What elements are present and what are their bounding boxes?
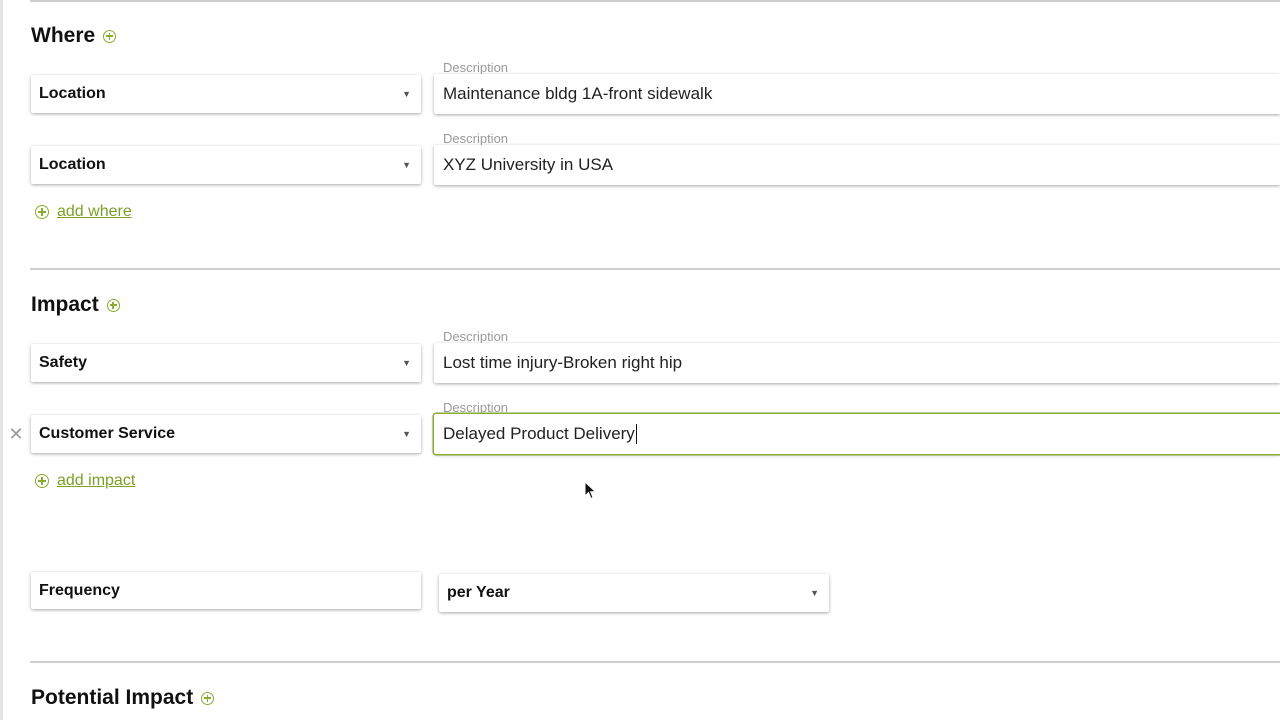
impact-type-select-1[interactable]: Safety ▼: [31, 344, 421, 382]
mouse-cursor-icon: [584, 481, 597, 500]
frequency-input[interactable]: Frequency: [31, 572, 421, 609]
caret-down-icon: ▼: [402, 429, 411, 439]
plus-circle-icon: [35, 205, 49, 219]
plus-circle-icon: [35, 474, 49, 488]
potential-impact-title-text: Potential Impact: [31, 686, 194, 709]
impact-description-value: Delayed Product Delivery: [443, 424, 635, 443]
close-icon[interactable]: ✕: [8, 425, 24, 443]
add-impact-icon[interactable]: [106, 298, 120, 312]
section-divider: [30, 661, 1280, 663]
add-impact-label: add impact: [57, 472, 136, 489]
caret-down-icon: ▼: [402, 160, 411, 170]
impact-title-text: Impact: [31, 293, 99, 316]
where-description-value: Maintenance bldg 1A-front sidewalk: [443, 84, 713, 103]
add-where-label: add where: [57, 203, 132, 220]
impact-type-value: Safety: [39, 354, 88, 371]
impact-section-title: Impact: [31, 293, 120, 317]
add-where-link[interactable]: add where: [35, 203, 132, 221]
frequency-label: Frequency: [39, 581, 120, 599]
where-type-value: Location: [39, 156, 106, 173]
frequency-period-value: per Year: [447, 584, 510, 601]
potential-impact-section-title: Potential Impact: [31, 686, 215, 710]
impact-description-value: Lost time injury-Broken right hip: [443, 353, 683, 372]
description-label: Description: [443, 400, 509, 415]
impact-type-value: Customer Service: [39, 425, 176, 442]
impact-description-input-2[interactable]: Delayed Product Delivery: [434, 414, 1280, 454]
where-type-value: Location: [39, 85, 106, 102]
impact-description-input-1[interactable]: Lost time injury-Broken right hip: [434, 343, 1280, 383]
top-divider: [30, 0, 1280, 2]
add-potential-impact-icon[interactable]: [201, 691, 215, 705]
where-description-input-1[interactable]: Maintenance bldg 1A-front sidewalk: [434, 74, 1280, 114]
text-caret: [635, 424, 637, 444]
caret-down-icon: ▼: [810, 588, 819, 598]
add-where-icon[interactable]: [103, 29, 117, 43]
where-description-input-2[interactable]: XYZ University in USA: [434, 145, 1280, 185]
where-title-text: Where: [31, 24, 96, 47]
where-description-value: XYZ University in USA: [443, 155, 614, 174]
caret-down-icon: ▼: [402, 358, 411, 368]
add-impact-link[interactable]: add impact: [35, 472, 135, 490]
where-type-select-2[interactable]: Location ▼: [31, 146, 421, 184]
description-label: Description: [443, 60, 509, 75]
where-type-select-1[interactable]: Location ▼: [31, 75, 421, 113]
impact-type-select-2[interactable]: Customer Service ▼: [31, 415, 421, 453]
where-section-title: Where: [31, 24, 117, 48]
description-label: Description: [443, 131, 509, 146]
caret-down-icon: ▼: [402, 89, 411, 99]
frequency-period-select[interactable]: per Year ▼: [439, 574, 829, 612]
page-left-border: [0, 0, 3, 720]
description-label: Description: [443, 329, 509, 344]
section-divider: [30, 268, 1280, 270]
